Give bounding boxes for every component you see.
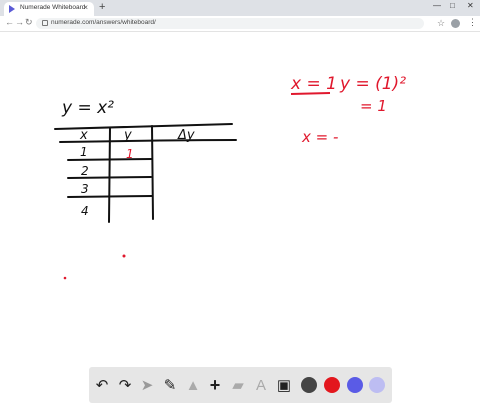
header-dy-text: Δy (177, 128, 195, 143)
close-window-icon[interactable]: ✕ (467, 1, 474, 10)
close-tab-icon[interactable]: × (83, 3, 88, 12)
color-swatch-lavender[interactable] (369, 377, 385, 393)
back-arrow-icon[interactable]: ← (5, 17, 14, 27)
star-icon[interactable]: ☆ (437, 18, 445, 29)
equation-text: y = x² (61, 98, 114, 118)
account-icon[interactable] (451, 19, 460, 28)
row-x-1: 1 (80, 145, 88, 159)
minimize-icon[interactable]: — (433, 1, 441, 10)
work-x-text: x = 1 (290, 74, 337, 94)
numerade-favicon-icon (9, 5, 15, 13)
menu-icon[interactable]: ⋮ (468, 17, 477, 28)
select-icon[interactable]: ➤ (136, 367, 158, 403)
table-col-divider-1 (108, 127, 111, 223)
color-swatch-blue[interactable] (347, 377, 363, 393)
work-y-text: y = (1)² (339, 74, 406, 94)
shapes-icon[interactable]: ▲ (182, 367, 204, 403)
row-x-4: 4 (81, 204, 89, 218)
new-tab-icon[interactable]: + (99, 1, 105, 13)
tab-title: Numerade Whiteboard (20, 4, 86, 11)
image-icon[interactable]: ▣ (273, 367, 295, 403)
ink-dot (63, 276, 67, 280)
lock-icon (42, 20, 48, 26)
color-swatch-red[interactable] (324, 377, 340, 393)
row-x-3: 3 (81, 182, 89, 196)
forward-arrow-icon[interactable]: → (15, 17, 24, 27)
url-field[interactable]: numerade.com/answers/whiteboard/ (36, 18, 424, 29)
redo-icon[interactable]: ↷ (114, 367, 136, 403)
eraser-icon[interactable]: ▰ (227, 367, 249, 403)
text-icon[interactable]: A (250, 367, 272, 403)
whiteboard-canvas[interactable]: y = x² x y Δy 1 2 3 4 1 x = 1 y = (1)² =… (0, 32, 480, 404)
maximize-icon[interactable]: □ (450, 1, 455, 10)
whiteboard-toolbar: ↶ ↷ ➤ ✎ ▲ + ▰ A ▣ (89, 367, 392, 403)
tab-numerade-whiteboard[interactable]: Numerade Whiteboard × (4, 2, 94, 16)
url-text: numerade.com/answers/whiteboard/ (51, 19, 156, 26)
address-bar: ← → ↻ numerade.com/answers/whiteboard/ ☆… (0, 16, 480, 32)
row-y-1: 1 (126, 147, 134, 161)
reload-icon[interactable]: ↻ (25, 17, 33, 28)
ink-dot (122, 254, 126, 258)
work-result-text: = 1 (360, 97, 387, 115)
row-x-2: 2 (81, 164, 89, 178)
pen-icon[interactable]: ✎ (159, 367, 181, 403)
header-x-text: x (79, 128, 88, 143)
header-y-text: y (123, 128, 132, 143)
color-swatch-gray[interactable] (301, 377, 317, 393)
undo-icon[interactable]: ↶ (91, 367, 113, 403)
tab-bar: Numerade Whiteboard × + — □ ✕ (0, 0, 480, 16)
table-col-divider-2 (151, 125, 154, 220)
add-icon[interactable]: + (204, 367, 226, 403)
work-underline (290, 92, 331, 95)
work-next-text: x = - (301, 128, 338, 146)
